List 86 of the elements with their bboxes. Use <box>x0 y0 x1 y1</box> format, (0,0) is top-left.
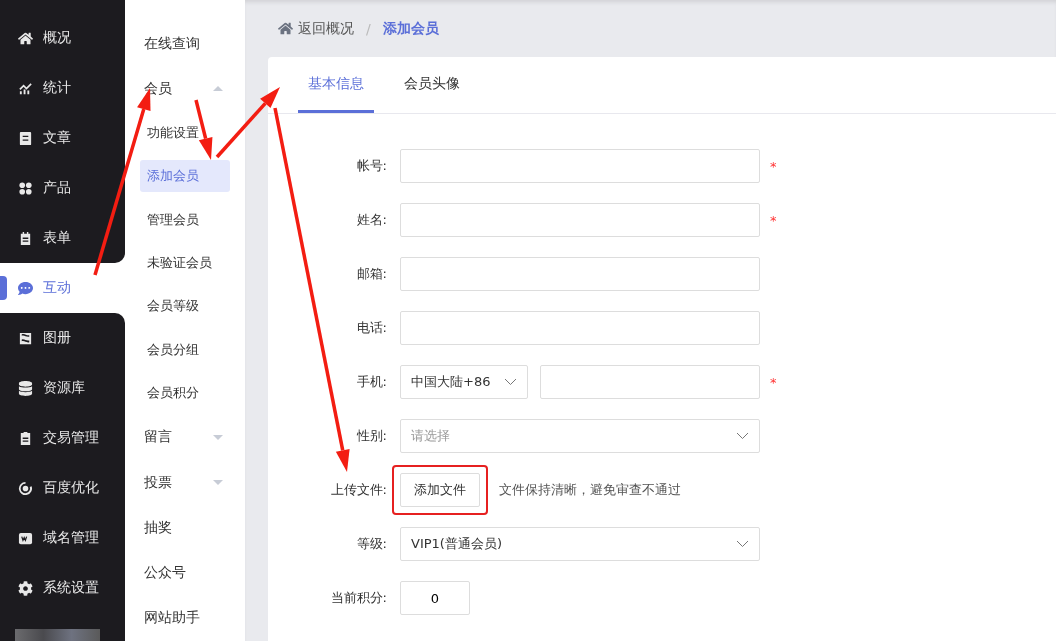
field-label: 帐号: <box>355 157 388 175</box>
submenu-item[interactable]: 公众号 <box>125 550 245 596</box>
chevron-down-icon <box>504 378 517 386</box>
breadcrumb-current: 添加会员 <box>382 19 439 38</box>
dropdown-select[interactable]: VIP1(普通会员) <box>400 527 760 561</box>
sidebar-item[interactable]: 交易管理 <box>0 413 125 463</box>
phone-input[interactable] <box>540 365 760 399</box>
clipboard-icon <box>18 230 33 246</box>
field-label: 性别: <box>355 427 388 445</box>
submenu-child-item[interactable]: 会员积分 <box>140 376 230 409</box>
sidebar-label: 文章 <box>43 129 71 147</box>
sidebar-item[interactable]: 图册 <box>0 313 125 363</box>
sidebar-item[interactable]: 概况 <box>0 13 125 63</box>
text-input[interactable] <box>400 149 760 183</box>
upload-hint: 文件保持清晰，避免审查不通过 <box>499 481 681 499</box>
submenu-child-item[interactable]: 未验证会员 <box>140 247 230 280</box>
submenu-item[interactable]: 留言 <box>125 414 245 460</box>
submenu-item[interactable]: 在线查询 <box>125 21 245 67</box>
submenu-child-item[interactable]: 会员分组 <box>140 333 230 366</box>
sidebar-label: 互动 <box>43 279 71 297</box>
submenu-item[interactable]: 抽奖 <box>125 505 245 551</box>
sidebar-item[interactable]: 表单 <box>0 213 125 263</box>
tab[interactable]: 会员头像 <box>394 57 470 113</box>
w-icon <box>18 530 33 546</box>
sidebar-item[interactable]: 统计 <box>0 63 125 113</box>
sidebar-item[interactable]: 系统设置 <box>0 563 125 613</box>
field-label: 上传文件: <box>329 481 388 499</box>
points-input[interactable]: 0 <box>400 581 470 615</box>
sidebar-item[interactable]: 产品 <box>0 163 125 213</box>
submenu-label: 网站助手 <box>144 609 200 628</box>
required-asterisk: * <box>770 374 777 390</box>
sidebar-label: 百度优化 <box>43 479 99 497</box>
database-icon <box>18 380 33 396</box>
submenu-label: 投票 <box>144 473 172 492</box>
refresh-icon <box>18 480 33 496</box>
submenu-item[interactable]: 投票 <box>125 459 245 506</box>
sidebar-label: 系统设置 <box>43 579 99 597</box>
grid-icon <box>18 180 33 196</box>
submenu-child-item[interactable]: 添加会员 <box>140 160 230 193</box>
field-label: 当前积分: <box>329 589 388 607</box>
add-file-button[interactable]: 添加文件 <box>400 473 480 507</box>
home-icon <box>18 30 33 46</box>
submenu-child-item[interactable]: 功能设置 <box>140 117 230 150</box>
settings-icon <box>18 580 33 596</box>
field-label: 姓名: <box>355 211 388 229</box>
image-icon <box>18 330 33 346</box>
required-asterisk: * <box>770 158 777 174</box>
sidebar-label: 概况 <box>43 29 71 47</box>
text-input[interactable] <box>400 257 760 291</box>
sidebar-item[interactable]: 资源库 <box>0 363 125 413</box>
sidebar-item[interactable]: 域名管理 <box>0 513 125 563</box>
submenu-label: 留言 <box>144 428 172 447</box>
required-asterisk: * <box>770 212 777 228</box>
breadcrumb-back-link[interactable]: 返回概况 <box>278 19 354 38</box>
chevron-down-icon <box>736 432 749 440</box>
tab[interactable]: 基本信息 <box>298 57 374 113</box>
chat-icon <box>18 280 33 296</box>
home-icon <box>278 21 293 36</box>
document-icon <box>18 130 33 146</box>
text-input[interactable] <box>400 203 760 237</box>
chevron-down-icon <box>736 540 749 548</box>
sidebar-label: 产品 <box>43 179 71 197</box>
sidebar-item[interactable]: 百度优化 <box>0 463 125 513</box>
clipboard-icon <box>18 430 33 446</box>
sidebar-item[interactable]: 文章 <box>0 113 125 163</box>
submenu-child-item[interactable]: 会员等级 <box>140 290 230 323</box>
submenu-label: 抽奖 <box>144 518 172 537</box>
sidebar-label: 表单 <box>43 229 71 247</box>
field-label: 手机: <box>355 373 388 391</box>
sidebar-label: 域名管理 <box>43 529 99 547</box>
breadcrumb-separator: / <box>366 20 371 37</box>
sidebar-label: 资源库 <box>43 379 85 397</box>
sidebar-label: 交易管理 <box>43 429 99 447</box>
submenu-child-item[interactable]: 管理会员 <box>140 203 230 236</box>
field-label: 电话: <box>355 319 388 337</box>
country-code-select[interactable]: 中国大陆+86 <box>400 365 528 399</box>
submenu-item[interactable]: 网站助手 <box>125 595 245 641</box>
text-input[interactable] <box>400 311 760 345</box>
field-label: 邮箱: <box>355 265 388 283</box>
active-indicator <box>0 276 7 300</box>
field-label: 等级: <box>355 535 388 553</box>
submenu-label: 在线查询 <box>144 34 200 53</box>
sidebar-label: 图册 <box>43 329 71 347</box>
chart-icon <box>18 80 33 96</box>
sidebar-label: 统计 <box>43 79 71 97</box>
submenu-label: 公众号 <box>144 564 186 583</box>
